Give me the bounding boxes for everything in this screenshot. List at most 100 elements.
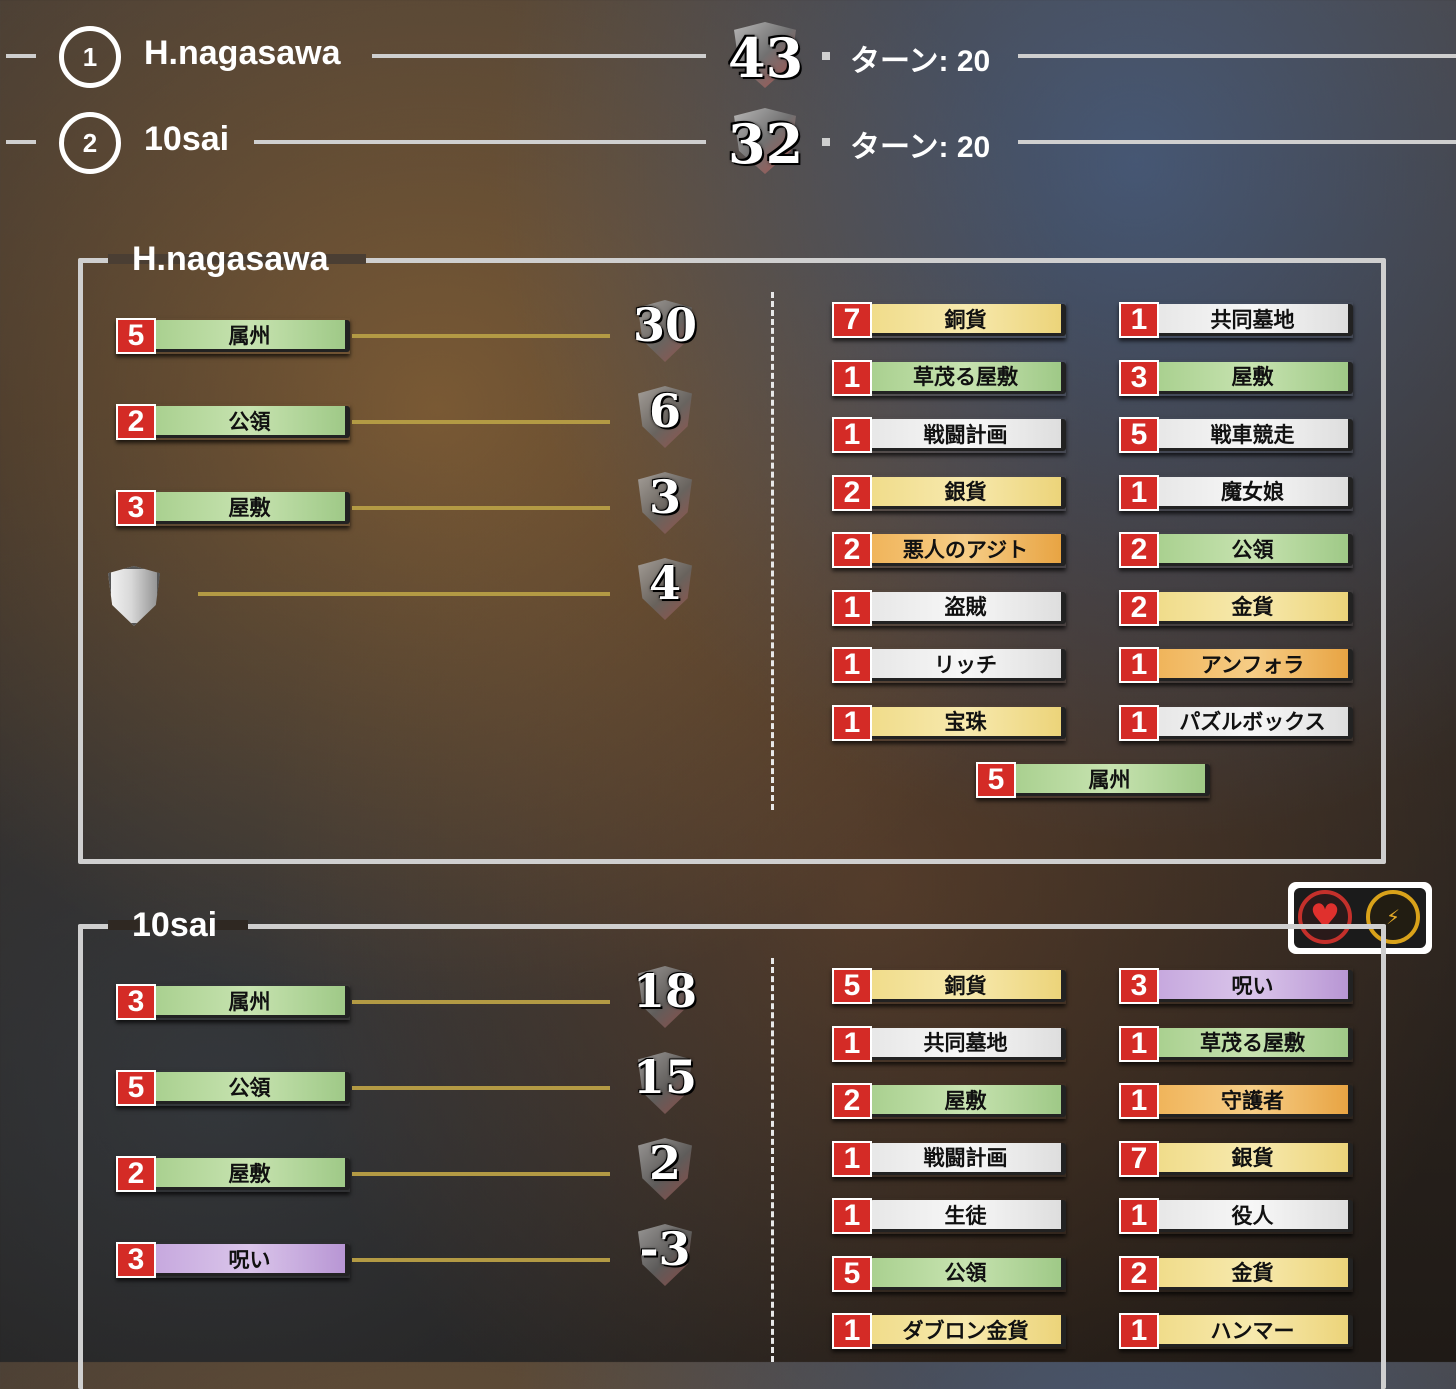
card-name: 公領 <box>154 406 350 438</box>
card-entry[interactable]: アンフォラ 1 <box>1119 647 1353 683</box>
card-entry[interactable]: 銅貨 7 <box>832 302 1066 338</box>
score-line <box>352 334 610 338</box>
card-entry[interactable]: ハンマー 1 <box>1119 1313 1353 1349</box>
card-entry[interactable]: 屋敷 3 <box>1119 359 1353 396</box>
score-line <box>352 420 610 424</box>
card-count: 1 <box>1119 1198 1159 1234</box>
card-count: 1 <box>832 1198 872 1234</box>
card-entry[interactable]: 屋敷 2 <box>832 1083 1066 1119</box>
card-entry[interactable]: 公領 2 <box>116 404 350 440</box>
card-count: 2 <box>832 474 872 511</box>
card-entry[interactable]: 屋敷 3 <box>116 490 350 526</box>
card-entry[interactable]: 魔女娘 1 <box>1119 474 1353 511</box>
separator-dot <box>822 138 830 146</box>
card-entry[interactable]: 金貨 2 <box>1119 589 1353 626</box>
card-count: 5 <box>976 762 1016 798</box>
card-name: 屋敷 <box>154 492 350 524</box>
card-name: ハンマー <box>1157 1315 1353 1347</box>
card-entry[interactable]: ダブロン金貨 1 <box>832 1313 1066 1349</box>
card-entry[interactable]: 盗賊 1 <box>832 589 1066 626</box>
card-entry[interactable]: 共同墓地 1 <box>1119 302 1353 338</box>
score-line <box>352 1172 610 1176</box>
card-entry[interactable]: 役人 1 <box>1119 1198 1353 1234</box>
card-name: 属州 <box>154 986 350 1018</box>
card-entry[interactable]: 公領 5 <box>832 1255 1066 1292</box>
row-score: 3 <box>648 470 681 524</box>
panel-title: 10sai <box>132 906 218 944</box>
card-entry[interactable]: 公領 5 <box>116 1070 350 1106</box>
card-name: 戦闘計画 <box>870 1142 1066 1175</box>
card-entry[interactable]: 銀貨 7 <box>1119 1140 1353 1177</box>
card-name: 役人 <box>1157 1200 1353 1232</box>
card-entry[interactable]: 戦闘計画 1 <box>832 1140 1066 1177</box>
card-name: 共同墓地 <box>870 1027 1066 1060</box>
card-name: 屋敷 <box>870 1085 1066 1117</box>
card-entry[interactable]: 公領 2 <box>1119 532 1353 568</box>
card-name: 銅貨 <box>870 304 1066 336</box>
card-count: 5 <box>116 1070 156 1106</box>
card-count: 7 <box>832 302 872 338</box>
card-count: 1 <box>1119 704 1159 741</box>
card-count: 2 <box>1119 1255 1159 1292</box>
card-entry[interactable]: 草茂る屋敷 1 <box>1119 1025 1353 1062</box>
card-entry[interactable]: 戦闘計画 1 <box>832 417 1066 453</box>
card-entry[interactable]: 戦車競走 5 <box>1119 417 1353 453</box>
card-entry[interactable]: 属州 5 <box>116 318 350 354</box>
card-count: 2 <box>832 1083 872 1119</box>
card-entry[interactable]: リッチ 1 <box>832 647 1066 683</box>
panel-divider <box>771 958 774 1362</box>
card-count: 1 <box>832 359 872 396</box>
card-count: 1 <box>832 589 872 626</box>
card-entry[interactable]: 銀貨 2 <box>832 474 1066 511</box>
row-score: 4 <box>648 556 681 610</box>
card-name: 銀貨 <box>870 476 1066 509</box>
card-name: リッチ <box>870 649 1066 681</box>
rank-line <box>372 54 706 58</box>
score-line <box>352 1086 610 1090</box>
card-entry[interactable]: 金貨 2 <box>1119 1255 1353 1292</box>
card-name: 生徒 <box>870 1200 1066 1232</box>
card-name: 戦車競走 <box>1157 419 1353 451</box>
card-count: 3 <box>116 490 156 526</box>
card-entry[interactable]: 屋敷 2 <box>116 1156 350 1192</box>
ranking-row-1: 1 H.nagasawa 43 ターン: 20 <box>0 22 1456 90</box>
card-entry[interactable]: 共同墓地 1 <box>832 1025 1066 1062</box>
card-count: 1 <box>832 1140 872 1177</box>
rank-line <box>6 54 36 58</box>
card-name: 銅貨 <box>870 970 1066 1002</box>
player-name: H.nagasawa <box>144 34 341 72</box>
rank-badge: 2 <box>59 112 121 174</box>
player-name: 10sai <box>144 120 230 158</box>
card-count: 1 <box>832 704 872 741</box>
card-count: 2 <box>832 532 872 568</box>
card-count: 1 <box>1119 1313 1159 1349</box>
card-name: 金貨 <box>1157 1257 1353 1290</box>
card-name: 呪い <box>1157 970 1353 1002</box>
card-count: 2 <box>1119 532 1159 568</box>
card-name: 公領 <box>870 1257 1066 1290</box>
row-score: 2 <box>648 1136 681 1190</box>
row-score: -3 <box>639 1222 691 1276</box>
card-name: 公領 <box>1157 534 1353 566</box>
card-name: 宝珠 <box>870 706 1066 739</box>
card-entry[interactable]: 草茂る屋敷 1 <box>832 359 1066 396</box>
card-entry[interactable]: 呪い 3 <box>1119 968 1353 1004</box>
rank-line <box>6 140 36 144</box>
card-entry[interactable]: 銅貨 5 <box>832 968 1066 1004</box>
ranking-row-2: 2 10sai 32 ターン: 20 <box>0 108 1456 176</box>
rank-line <box>1018 140 1456 144</box>
card-count: 1 <box>832 1025 872 1062</box>
card-entry[interactable]: 生徒 1 <box>832 1198 1066 1234</box>
card-entry[interactable]: 属州 3 <box>116 984 350 1020</box>
card-count: 3 <box>116 984 156 1020</box>
card-entry[interactable]: 守護者 1 <box>1119 1083 1353 1119</box>
card-entry[interactable]: 属州 5 <box>976 762 1210 798</box>
card-entry[interactable]: パズルボックス 1 <box>1119 704 1353 741</box>
card-entry[interactable]: 宝珠 1 <box>832 704 1066 741</box>
row-score: 30 <box>632 298 697 352</box>
card-name: 共同墓地 <box>1157 304 1353 336</box>
card-count: 2 <box>116 1156 156 1192</box>
score-line <box>352 1258 610 1262</box>
card-entry[interactable]: 呪い 3 <box>116 1242 350 1278</box>
card-entry[interactable]: 悪人のアジト 2 <box>832 532 1066 568</box>
